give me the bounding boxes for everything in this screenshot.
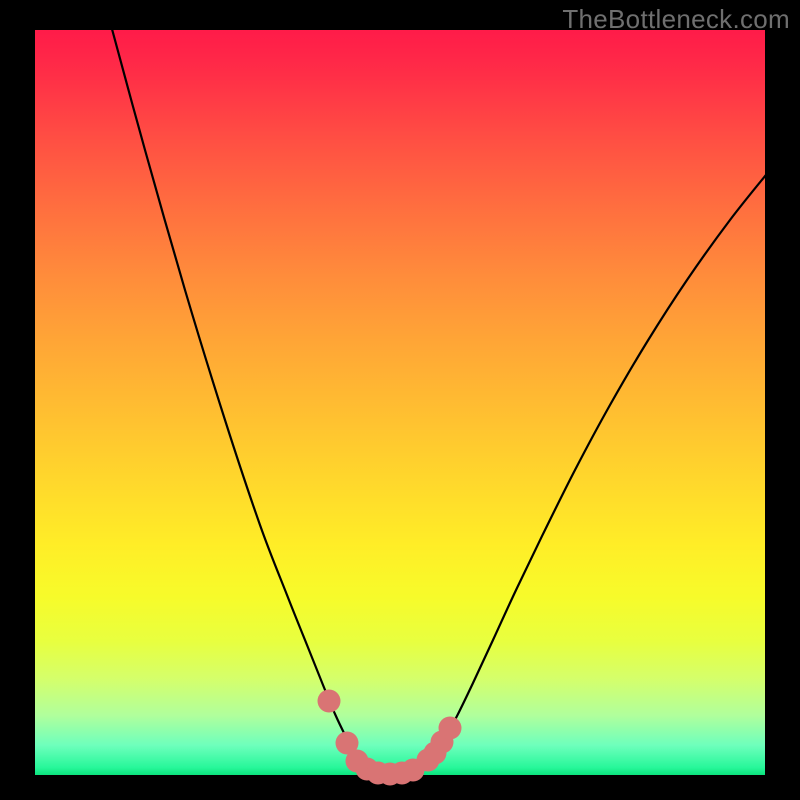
- plot-area: [35, 30, 765, 775]
- curve-svg: [35, 30, 765, 775]
- marker-group: [318, 690, 462, 786]
- data-marker: [318, 690, 341, 713]
- chart-frame: TheBottleneck.com: [0, 0, 800, 800]
- data-marker: [439, 717, 462, 740]
- bottleneck-curve: [109, 18, 770, 774]
